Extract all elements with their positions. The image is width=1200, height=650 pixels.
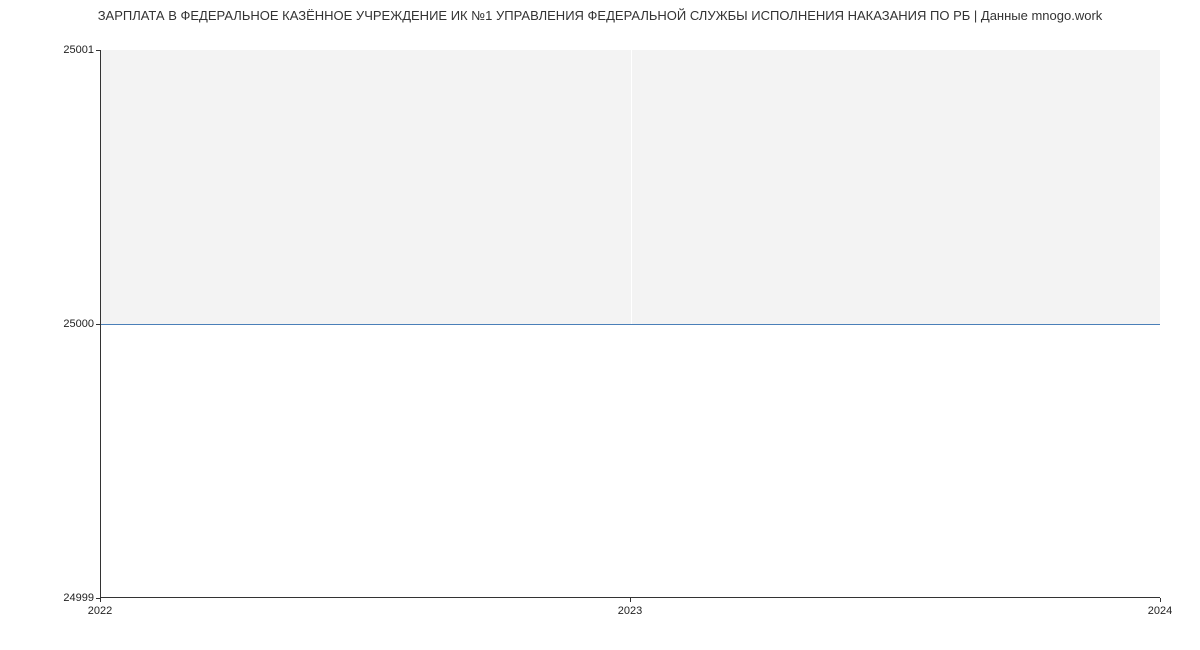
ytick-label-25000: 25000 (14, 318, 94, 330)
xtick-label-2024: 2024 (1148, 605, 1172, 617)
xtick-mark-2024 (1160, 598, 1161, 602)
ytick-label-25001: 25001 (14, 44, 94, 56)
xtick-label-2023: 2023 (618, 605, 642, 617)
xtick-label-2022: 2022 (88, 605, 112, 617)
plot-area (100, 50, 1160, 598)
series-line-salary (101, 324, 1160, 325)
chart-container: ЗАРПЛАТА В ФЕДЕРАЛЬНОЕ КАЗЁННОЕ УЧРЕЖДЕН… (0, 0, 1200, 650)
xtick-mark-2022 (100, 598, 101, 602)
ytick-label-24999: 24999 (14, 592, 94, 604)
gridline-x-2024 (1160, 50, 1161, 597)
ytick-mark-25001 (96, 50, 100, 51)
ytick-mark-25000 (96, 324, 100, 325)
chart-title: ЗАРПЛАТА В ФЕДЕРАЛЬНОЕ КАЗЁННОЕ УЧРЕЖДЕН… (0, 8, 1200, 23)
xtick-mark-2023 (630, 598, 631, 602)
